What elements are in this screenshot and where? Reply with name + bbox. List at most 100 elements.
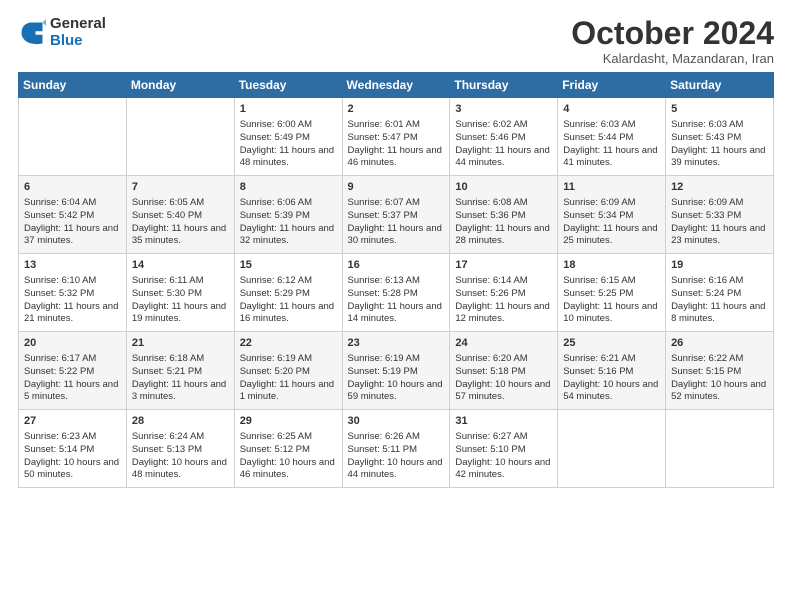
table-row: 6Sunrise: 6:04 AMSunset: 5:42 PMDaylight… (19, 176, 127, 254)
day-number: 3 (455, 102, 552, 117)
sunset-text: Sunset: 5:18 PM (455, 366, 525, 377)
daylight-text: Daylight: 11 hours and 39 minutes. (671, 145, 765, 169)
daylight-text: Daylight: 11 hours and 32 minutes. (240, 223, 334, 247)
sunrise-text: Sunrise: 6:17 AM (24, 353, 96, 364)
table-row: 25Sunrise: 6:21 AMSunset: 5:16 PMDayligh… (558, 332, 666, 410)
sunrise-text: Sunrise: 6:14 AM (455, 275, 527, 286)
table-row: 27Sunrise: 6:23 AMSunset: 5:14 PMDayligh… (19, 410, 127, 488)
daylight-text: Daylight: 11 hours and 37 minutes. (24, 223, 118, 247)
daylight-text: Daylight: 11 hours and 14 minutes. (348, 301, 442, 325)
day-number: 26 (671, 336, 768, 351)
sunrise-text: Sunrise: 6:25 AM (240, 431, 312, 442)
daylight-text: Daylight: 10 hours and 52 minutes. (671, 379, 766, 403)
table-row: 16Sunrise: 6:13 AMSunset: 5:28 PMDayligh… (342, 254, 450, 332)
header-saturday: Saturday (666, 73, 774, 98)
table-row: 14 Sunrise: 6:11 AM Sunset: 5:30 PM Dayligh… (126, 254, 234, 332)
sunset-text: Sunset: 5:42 PM (24, 210, 94, 221)
sunset-text: Sunset: 5:39 PM (240, 210, 310, 221)
logo-text: General Blue (50, 16, 106, 49)
table-row: 8 Sunrise: 6:06 AM Sunset: 5:39 PM Daylight… (234, 176, 342, 254)
calendar-table: Sunday Monday Tuesday Wednesday Thursday… (18, 72, 774, 488)
day-number: 11 (563, 180, 660, 195)
sunrise-text: Sunrise: 6:02 AM (455, 119, 527, 130)
sunrise-text: Sunrise: 6:03 AM (563, 119, 635, 130)
day-number: 9 (348, 180, 445, 195)
table-row: 7Sunrise: 6:05 AMSunset: 5:40 PMDaylight… (126, 176, 234, 254)
sunrise-text: Sunrise: 6:16 AM (671, 275, 743, 286)
daylight-text: Daylight: 11 hours and 1 minute. (240, 379, 334, 403)
table-row: 24Sunrise: 6:20 AMSunset: 5:18 PMDayligh… (450, 332, 558, 410)
table-row: 10Sunrise: 6:08 AMSunset: 5:36 PMDayligh… (450, 176, 558, 254)
sunrise-text: Sunrise: 6:19 AM (240, 353, 312, 364)
daylight-text: Daylight: 10 hours and 54 minutes. (563, 379, 658, 403)
header-wednesday: Wednesday (342, 73, 450, 98)
sunrise-text: Sunrise: 6:22 AM (671, 353, 743, 364)
logo: General Blue (18, 16, 106, 49)
day-number: 8 (240, 180, 337, 195)
sunrise-text: Sunrise: 6:01 AM (348, 119, 420, 130)
sunset-text: Sunset: 5:47 PM (348, 132, 418, 143)
table-row: 12Sunrise: 6:09 AMSunset: 5:33 PMDayligh… (666, 176, 774, 254)
day-number: 22 (240, 336, 337, 351)
month-title: October 2024 (571, 16, 774, 51)
calendar-week-3: 13Sunrise: 6:10 AMSunset: 5:32 PMDayligh… (19, 254, 774, 332)
page: General Blue October 2024 Kalardasht, Ma… (0, 0, 792, 612)
sunset-text: Sunset: 5:40 PM (132, 210, 202, 221)
table-row: 22 Sunrise: 6:19 AM Sunset: 5:20 PM Dayligh… (234, 332, 342, 410)
table-row: 11Sunrise: 6:09 AMSunset: 5:34 PMDayligh… (558, 176, 666, 254)
day-number: 7 (132, 180, 229, 195)
sunrise-text: Sunrise: 6:11 AM (132, 275, 204, 286)
daylight-text: Daylight: 11 hours and 44 minutes. (455, 145, 549, 169)
sunset-text: Sunset: 5:16 PM (563, 366, 633, 377)
daylight-text: Daylight: 11 hours and 23 minutes. (671, 223, 765, 247)
sunset-text: Sunset: 5:49 PM (240, 132, 310, 143)
sunrise-text: Sunrise: 6:09 AM (563, 197, 635, 208)
header-monday: Monday (126, 73, 234, 98)
calendar-week-1: 1Sunrise: 6:00 AMSunset: 5:49 PMDaylight… (19, 98, 774, 176)
table-row: 4Sunrise: 6:03 AMSunset: 5:44 PMDaylight… (558, 98, 666, 176)
sunrise-text: Sunrise: 6:19 AM (348, 353, 420, 364)
sunrise-text: Sunrise: 6:03 AM (671, 119, 743, 130)
table-row: 3 Sunrise: 6:02 AM Sunset: 5:46 PM Daylight… (450, 98, 558, 176)
day-number: 14 (132, 258, 229, 273)
table-row: 1Sunrise: 6:00 AMSunset: 5:49 PMDaylight… (234, 98, 342, 176)
day-number: 18 (563, 258, 660, 273)
table-row: 17Sunrise: 6:14 AMSunset: 5:26 PMDayligh… (450, 254, 558, 332)
sunset-text: Sunset: 5:22 PM (24, 366, 94, 377)
daylight-text: Daylight: 11 hours and 19 minutes. (132, 301, 226, 325)
sunrise-text: Sunrise: 6:06 AM (240, 197, 312, 208)
sunrise-text: Sunrise: 6:24 AM (132, 431, 204, 442)
table-row: 2Sunrise: 6:01 AMSunset: 5:47 PMDaylight… (342, 98, 450, 176)
daylight-text: Daylight: 10 hours and 46 minutes. (240, 457, 335, 481)
calendar-week-4: 20Sunrise: 6:17 AMSunset: 5:22 PMDayligh… (19, 332, 774, 410)
day-number: 23 (348, 336, 445, 351)
sunrise-text: Sunrise: 6:27 AM (455, 431, 527, 442)
sunrise-text: Sunrise: 6:10 AM (24, 275, 96, 286)
day-number: 19 (671, 258, 768, 273)
table-row: 28Sunrise: 6:24 AMSunset: 5:13 PMDayligh… (126, 410, 234, 488)
table-row: 9Sunrise: 6:07 AMSunset: 5:37 PMDaylight… (342, 176, 450, 254)
table-row (666, 410, 774, 488)
sunset-text: Sunset: 5:24 PM (671, 288, 741, 299)
daylight-text: Daylight: 10 hours and 44 minutes. (348, 457, 443, 481)
day-number: 10 (455, 180, 552, 195)
day-number: 12 (671, 180, 768, 195)
sunrise-text: Sunrise: 6:18 AM (132, 353, 204, 364)
sunset-text: Sunset: 5:20 PM (240, 366, 310, 377)
sunrise-text: Sunrise: 6:12 AM (240, 275, 312, 286)
sunset-text: Sunset: 5:34 PM (563, 210, 633, 221)
day-number: 25 (563, 336, 660, 351)
day-number: 31 (455, 414, 552, 429)
day-number: 16 (348, 258, 445, 273)
sunset-text: Sunset: 5:28 PM (348, 288, 418, 299)
sunset-text: Sunset: 5:46 PM (455, 132, 525, 143)
calendar-header-row: Sunday Monday Tuesday Wednesday Thursday… (19, 73, 774, 98)
daylight-text: Daylight: 10 hours and 48 minutes. (132, 457, 227, 481)
sunset-text: Sunset: 5:13 PM (132, 444, 202, 455)
day-number: 4 (563, 102, 660, 117)
daylight-text: Daylight: 11 hours and 21 minutes. (24, 301, 118, 325)
sunset-text: Sunset: 5:30 PM (132, 288, 202, 299)
day-number: 15 (240, 258, 337, 273)
sunrise-text: Sunrise: 6:04 AM (24, 197, 96, 208)
calendar-week-2: 6Sunrise: 6:04 AMSunset: 5:42 PMDaylight… (19, 176, 774, 254)
